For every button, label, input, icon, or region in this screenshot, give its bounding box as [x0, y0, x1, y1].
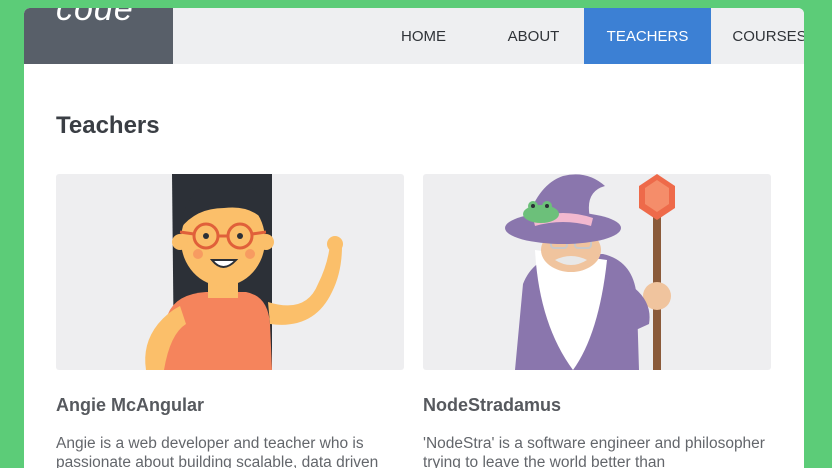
site-window: code HOME ABOUT TEACHERS COURSES Teacher…: [24, 8, 804, 468]
teacher-bio: Angie is a web developer and teacher who…: [56, 435, 379, 468]
angie-illustration: [145, 174, 343, 370]
nav-teachers[interactable]: TEACHERS: [584, 8, 711, 64]
teacher-image: [56, 174, 404, 370]
page-title: Teachers: [56, 112, 160, 139]
main-nav: HOME ABOUT TEACHERS COURSES: [364, 8, 804, 64]
nav-courses[interactable]: COURSES: [711, 8, 804, 64]
teacher-bio: 'NodeStra' is a software engineer and ph…: [423, 435, 765, 468]
nav-home[interactable]: HOME: [364, 8, 483, 64]
logo-text: code: [56, 8, 134, 28]
wizard-illustration: [505, 174, 675, 370]
site-header: code HOME ABOUT TEACHERS COURSES: [24, 8, 804, 64]
teacher-name[interactable]: Angie McAngular: [56, 395, 204, 416]
teacher-name[interactable]: NodeStradamus: [423, 395, 561, 416]
teacher-card-nodestradamus: NodeStradamus 'NodeStra' is a software e…: [423, 174, 771, 468]
nav-about[interactable]: ABOUT: [483, 8, 584, 64]
teacher-card-angie: Angie McAngular Angie is a web developer…: [56, 174, 404, 468]
teacher-image: [423, 174, 771, 370]
logo[interactable]: code: [24, 8, 173, 64]
